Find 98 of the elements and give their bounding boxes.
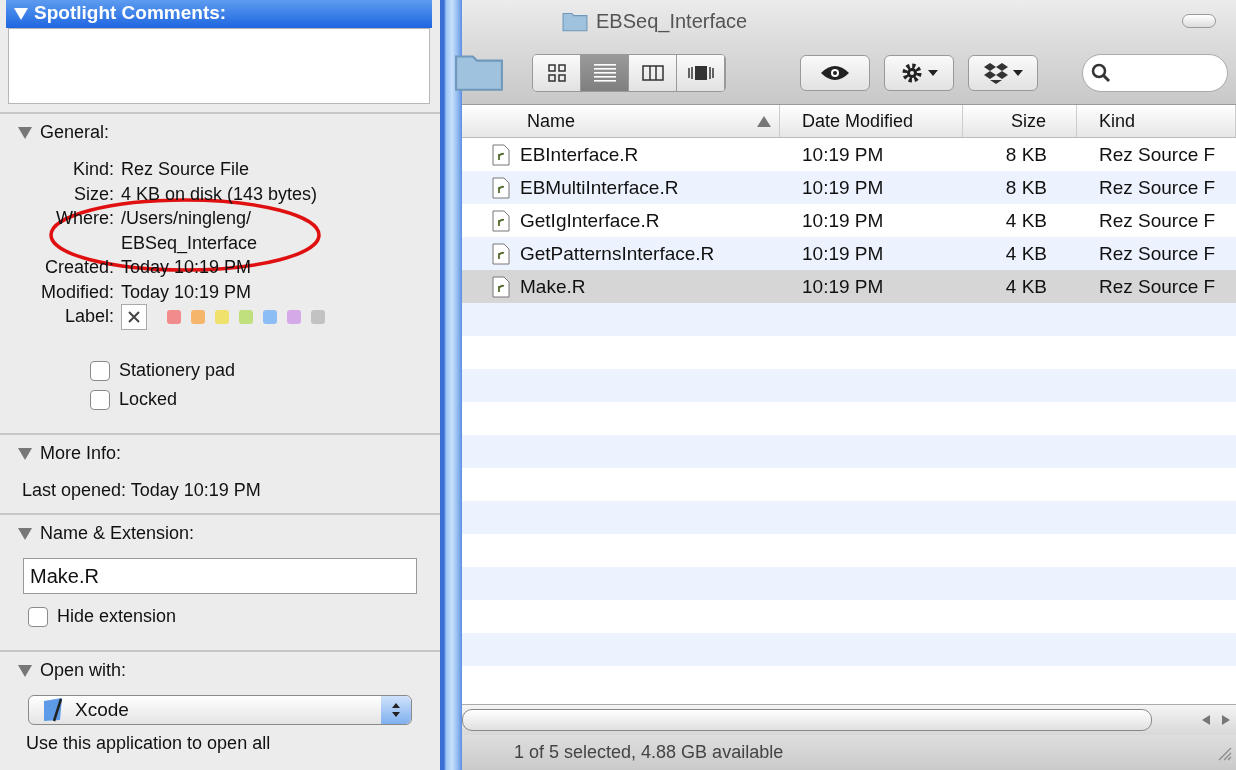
window-title: EBSeq_Interface xyxy=(596,9,748,33)
quick-look-button[interactable] xyxy=(800,55,870,91)
date-cell-text: 10:19 PM xyxy=(801,209,885,232)
search-icon xyxy=(1091,63,1111,83)
checkbox-label: Locked xyxy=(119,389,178,410)
view-button[interactable] xyxy=(677,55,725,91)
label-swatch[interactable] xyxy=(311,310,325,324)
list-icon xyxy=(593,64,616,82)
section-header[interactable]: Name & Extension: xyxy=(18,523,195,544)
disclosure-triangle-icon xyxy=(18,527,32,540)
file-row[interactable]: EBMultiInterface.R 10:19 PM 8 KB Rez Source F xyxy=(462,171,1236,204)
label-swatch[interactable] xyxy=(287,310,301,324)
section-header[interactable]: Open with: xyxy=(18,660,127,681)
size-cell-text: 8 KB xyxy=(1004,143,1048,166)
size-cell-text: 4 KB xyxy=(1004,242,1048,265)
kind-cell-text: Rez Source F xyxy=(1098,176,1217,199)
field-label: Label: xyxy=(63,305,114,328)
last-opened-text: Last opened: Today 10:19 PM xyxy=(22,480,262,501)
size-cell-text: 4 KB xyxy=(1004,209,1048,232)
column-header[interactable]: Date Modified xyxy=(780,105,963,137)
field-label: Modified: xyxy=(39,280,114,304)
scrollbar-thumb[interactable] xyxy=(462,709,1152,731)
file-row[interactable]: GetPatternsInterface.R 10:19 PM 4 KB Rez Source F xyxy=(462,237,1236,270)
kind-cell-text: Rez Source F xyxy=(1098,209,1217,232)
column-header[interactable]: Name xyxy=(462,105,780,137)
field-value: /Users/ningleng/ EBSeq_Interface xyxy=(121,207,259,255)
label-swatch[interactable] xyxy=(191,310,205,324)
view-control[interactable] xyxy=(532,54,726,92)
file-name: EBInterface.R xyxy=(520,143,639,166)
date-cell-text: 10:19 PM xyxy=(801,143,885,166)
field-value: Today 10:19 PM xyxy=(121,280,253,304)
caret-icon xyxy=(1013,70,1023,76)
field-label: Kind: xyxy=(71,158,114,181)
size-cell-text: 4 KB xyxy=(1004,275,1048,298)
grid-icon xyxy=(547,64,566,82)
disclosure-triangle-icon xyxy=(18,447,32,460)
folder-icon xyxy=(562,10,588,32)
application-dropdown[interactable]: Xcode xyxy=(28,695,412,725)
file-name: GetPatternsInterface.R xyxy=(520,242,715,265)
document-icon xyxy=(492,275,510,298)
file-name: GetIgInterface.R xyxy=(520,209,660,232)
file-name: Make.R xyxy=(520,275,586,298)
section-header[interactable]: General: xyxy=(18,122,110,143)
eye-icon xyxy=(820,65,850,81)
gear-icon xyxy=(900,61,924,85)
column-header[interactable]: Size xyxy=(963,105,1077,137)
left-arrow-icon xyxy=(1202,715,1210,725)
action-menu-button[interactable] xyxy=(884,55,954,91)
kind-cell-text: Rez Source F xyxy=(1098,242,1217,265)
cover-flow-icon xyxy=(687,65,714,81)
date-cell-text: 10:19 PM xyxy=(801,176,885,199)
checkbox[interactable] xyxy=(28,606,48,627)
checkbox[interactable] xyxy=(90,389,110,410)
field-value: 4 KB on disk (143 bytes) xyxy=(121,182,319,206)
date-cell-text: 10:19 PM xyxy=(801,275,885,298)
open-with-note: Use this application to open all xyxy=(26,733,272,754)
label-swatch[interactable] xyxy=(263,310,277,324)
size-cell-text: 8 KB xyxy=(1004,176,1048,199)
kind-cell-text: Rez Source F xyxy=(1098,275,1217,298)
document-icon xyxy=(492,242,510,265)
checkbox-label: Stationery pad xyxy=(119,360,236,381)
date-cell-text: 10:19 PM xyxy=(801,242,885,265)
kind-cell-text: Rez Source F xyxy=(1098,143,1217,166)
search-field[interactable] xyxy=(1082,54,1228,92)
name-field[interactable]: Make.R xyxy=(23,558,417,594)
no-label-button[interactable] xyxy=(121,304,147,330)
field-value: Rez Source File xyxy=(121,158,251,181)
sort-arrow-icon xyxy=(757,115,771,127)
comments-field[interactable] xyxy=(8,28,430,104)
columns-icon xyxy=(641,65,664,81)
right-arrow-icon xyxy=(1222,715,1230,725)
close-icon xyxy=(128,311,140,323)
checkbox[interactable] xyxy=(90,360,110,381)
toolbar-toggle-button[interactable] xyxy=(1182,14,1216,28)
document-icon xyxy=(492,143,510,166)
section-header[interactable]: Spotlight Comments: xyxy=(6,0,432,28)
up-down-arrows-icon xyxy=(391,702,401,718)
field-label: Created: xyxy=(43,256,114,279)
label-swatch[interactable] xyxy=(167,310,181,324)
label-swatch[interactable] xyxy=(215,310,229,324)
label-swatch[interactable] xyxy=(239,310,253,324)
checkbox-label: Hide extension xyxy=(57,606,177,627)
view-button[interactable] xyxy=(629,55,677,91)
file-name: EBMultiInterface.R xyxy=(520,176,679,199)
column-header[interactable]: Kind xyxy=(1077,105,1236,137)
section-header[interactable]: More Info: xyxy=(18,443,122,464)
document-icon xyxy=(492,176,510,199)
disclosure-triangle-icon xyxy=(14,8,28,20)
file-row[interactable]: Make.R 10:19 PM 4 KB Rez Source F xyxy=(462,270,1236,303)
dropbox-menu-button[interactable] xyxy=(968,55,1038,91)
disclosure-triangle-icon xyxy=(18,664,32,677)
field-label: Size: xyxy=(72,182,114,206)
status-text: 1 of 5 selected, 4.88 GB available xyxy=(514,742,784,763)
view-button[interactable] xyxy=(533,55,581,91)
open-box-icon xyxy=(983,62,1009,84)
document-icon xyxy=(492,209,510,232)
caret-icon xyxy=(928,70,938,76)
disclosure-triangle-icon xyxy=(18,126,32,139)
